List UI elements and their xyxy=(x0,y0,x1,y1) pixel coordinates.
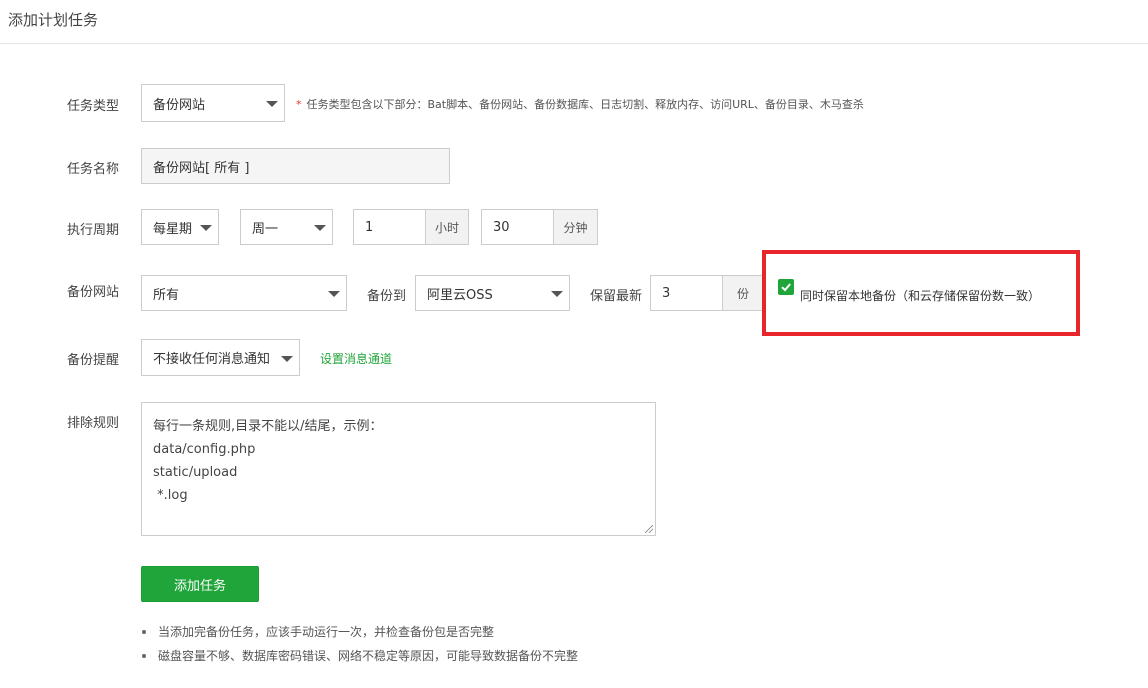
backup-site-select[interactable]: 所有 xyxy=(141,275,347,311)
task-type-hint: * 任务类型包含以下部分：Bat脚本、备份网站、备份数据库、日志切割、释放内存、访… xyxy=(296,96,864,112)
exclude-label: 排除规则 xyxy=(67,416,120,431)
chevron-down-icon xyxy=(266,101,278,107)
keep-latest-value: 3 xyxy=(662,285,671,301)
task-name-label: 任务名称 xyxy=(67,162,120,177)
task-type-select[interactable]: 备份网站 xyxy=(141,84,285,122)
schedule-hour-input[interactable]: 1 xyxy=(353,209,426,245)
backup-site-label: 备份网站 xyxy=(67,285,120,300)
task-name-value: 备份网站[ 所有 ] xyxy=(153,160,250,176)
schedule-period-value: 每星期 xyxy=(153,221,193,237)
keep-latest-label: 保留最新 xyxy=(590,289,643,304)
backup-target-value: 阿里云OSS xyxy=(427,287,493,303)
task-name-input[interactable]: 备份网站[ 所有 ] xyxy=(141,148,450,184)
set-notify-channel-link[interactable]: 设置消息通道 xyxy=(320,350,392,367)
page-title: 添加计划任务 xyxy=(8,11,99,29)
backup-target-label: 备份到 xyxy=(367,289,407,304)
note-item: 磁盘容量不够、数据库密码错误、网络不稳定等原因，可能导致数据备份不完整 xyxy=(140,646,578,670)
highlight-box xyxy=(762,250,1080,336)
backup-target-select[interactable]: 阿里云OSS xyxy=(415,275,570,311)
required-star: * xyxy=(296,98,302,111)
schedule-weekday-value: 周一 xyxy=(252,221,279,237)
task-type-hint-text: 任务类型包含以下部分：Bat脚本、备份网站、备份数据库、日志切割、释放内存、访问… xyxy=(306,98,864,111)
schedule-hour-value: 1 xyxy=(365,219,374,235)
schedule-period-select[interactable]: 每星期 xyxy=(141,209,219,245)
chevron-down-icon xyxy=(200,225,212,231)
chevron-down-icon xyxy=(551,291,563,297)
hour-unit-addon: 小时 xyxy=(425,209,469,245)
task-type-label: 任务类型 xyxy=(67,99,120,114)
notify-value: 不接收任何消息通知 xyxy=(153,352,271,367)
keep-latest-input[interactable]: 3 xyxy=(650,275,723,311)
exclude-rules-textarea[interactable]: 每行一条规则,目录不能以/结尾，示例： data/config.php stat… xyxy=(141,402,656,536)
chevron-down-icon xyxy=(281,355,293,362)
minute-unit-addon: 分钟 xyxy=(553,209,598,245)
notify-label: 备份提醒 xyxy=(67,353,120,368)
keep-unit-addon: 份 xyxy=(722,275,764,311)
chevron-down-icon xyxy=(314,225,326,231)
schedule-minute-input[interactable]: 30 xyxy=(481,209,554,245)
schedule-minute-value: 30 xyxy=(493,219,510,235)
exclude-line: *.log xyxy=(153,488,188,503)
backup-site-value: 所有 xyxy=(153,287,180,303)
chevron-down-icon xyxy=(328,291,340,297)
exclude-line: 每行一条规则,目录不能以/结尾，示例： xyxy=(153,419,383,434)
exclude-line: data/config.php xyxy=(153,442,256,457)
note-item: 当添加完备份任务，应该手动运行一次，并检查备份包是否完整 xyxy=(140,622,578,646)
resize-handle-icon[interactable] xyxy=(645,525,653,533)
exclude-line: static/upload xyxy=(153,465,238,480)
task-type-value: 备份网站 xyxy=(153,97,206,113)
notes-list: 当添加完备份任务，应该手动运行一次，并检查备份包是否完整 磁盘容量不够、数据库密… xyxy=(140,622,578,670)
schedule-label: 执行周期 xyxy=(67,223,120,238)
add-task-button[interactable]: 添加任务 xyxy=(141,566,259,602)
schedule-weekday-select[interactable]: 周一 xyxy=(240,209,333,245)
page-header: 添加计划任务 xyxy=(0,0,1148,44)
notify-select[interactable]: 不接收任何消息通知 xyxy=(141,339,300,376)
